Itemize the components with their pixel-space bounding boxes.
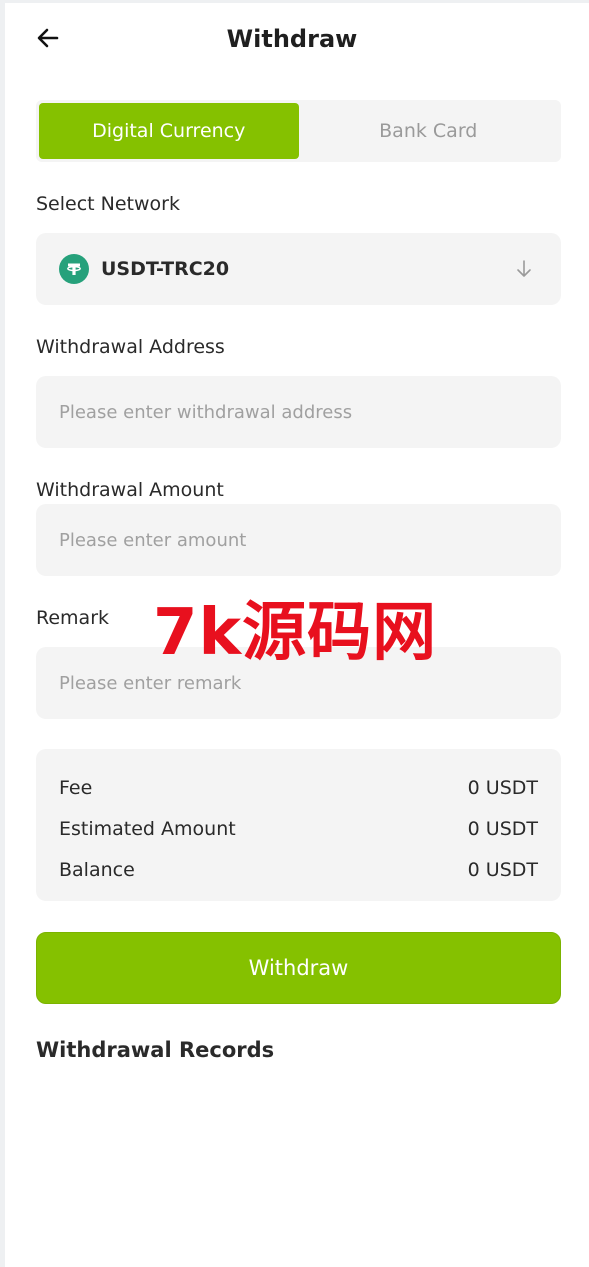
network-value: USDT-TRC20 — [101, 258, 230, 280]
balance-row: Balance 0 USDT — [59, 849, 538, 890]
estimated-amount-row: Estimated Amount 0 USDT — [59, 808, 538, 849]
fee-value: 0 USDT — [467, 776, 538, 799]
network-select[interactable]: USDT-TRC20 — [36, 233, 561, 305]
amount-field — [36, 504, 561, 576]
remark-field — [36, 647, 561, 719]
fee-row: Fee 0 USDT — [59, 767, 538, 808]
page-title: Withdraw — [226, 25, 358, 53]
withdraw-button[interactable]: Withdraw — [36, 932, 561, 1004]
tether-icon — [59, 254, 89, 284]
address-label: Withdrawal Address — [36, 336, 225, 358]
remark-label: Remark — [36, 607, 110, 629]
fee-label: Fee — [59, 776, 93, 799]
arrow-down-icon — [517, 260, 531, 277]
address-input[interactable] — [59, 401, 538, 423]
address-field — [36, 376, 561, 448]
network-label: Select Network — [36, 193, 180, 215]
amount-input[interactable] — [59, 529, 538, 551]
estimated-amount-value: 0 USDT — [467, 817, 538, 840]
tab-bar: Digital Currency Bank Card — [36, 100, 561, 162]
amount-label: Withdrawal Amount — [36, 479, 224, 501]
summary-card: Fee 0 USDT Estimated Amount 0 USDT Balan… — [36, 749, 561, 901]
balance-label: Balance — [59, 858, 135, 881]
balance-value: 0 USDT — [467, 858, 538, 881]
remark-input[interactable] — [59, 672, 538, 694]
records-title: Withdrawal Records — [36, 1038, 275, 1062]
withdraw-page: Withdraw Digital Currency Bank Card Sele… — [0, 0, 589, 1267]
tab-bank-card[interactable]: Bank Card — [299, 103, 559, 159]
tab-digital-currency[interactable]: Digital Currency — [39, 103, 299, 159]
estimated-amount-label: Estimated Amount — [59, 817, 236, 840]
header: Withdraw — [5, 3, 589, 75]
